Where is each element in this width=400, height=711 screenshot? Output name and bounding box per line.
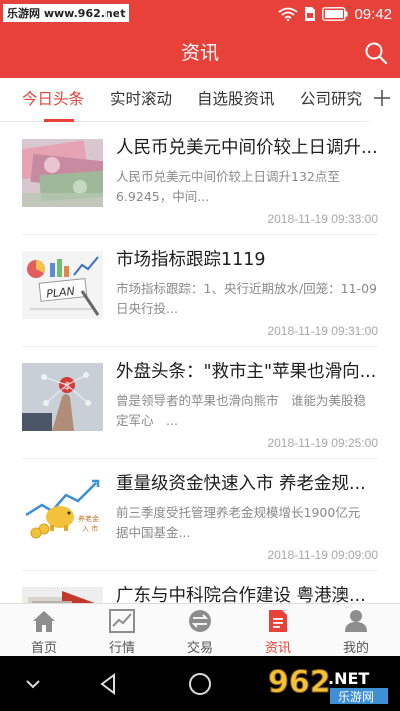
news-tabs: 今日头条 实时滚动 自选股资讯 公司研究 [0,78,400,122]
nav-market[interactable]: 行情 [82,604,162,657]
news-summary: 人民币兑美元中间价较上日调升132点至6.9245，中间... [116,169,340,204]
watermark-logo-main: 962 [268,665,331,700]
battery-icon [322,7,348,21]
news-title: 外盘头条："救市主"苹果也滑向... [116,362,377,382]
news-time: 2018-11-19 09:31:00 [267,324,378,338]
news-thumbnail: $ [22,363,103,431]
watermark-logo-suffix: .NET [328,669,369,688]
news-icon [269,610,287,632]
status-bar: 乐游网 www.962.net 09:42 [0,0,400,28]
nav-label: 首页 [30,641,57,656]
exchange-icon [189,610,211,632]
news-title: 重量级资金快速入市 养老金规... [116,474,366,494]
nav-label: 行情 [108,641,135,656]
news-item[interactable]: 人民币兑美元中间价较上日调升... 人民币兑美元中间价较上日调升132点至6.9… [0,123,400,235]
active-tab-indicator [44,119,74,122]
news-thumbnail [22,587,103,603]
thumb-pension-text: 养老金 [78,514,99,523]
nav-label: 交易 [186,641,213,656]
tab-watchlist-news[interactable]: 自选股资讯 [197,78,275,122]
news-time: 2018-11-19 09:09:00 [267,548,378,562]
news-item[interactable]: 广东与中科院合作建设 粤港澳... [0,571,400,603]
chart-icon [109,609,135,633]
thumb-pension-sub-text: 入 市 [82,524,98,533]
nav-profile[interactable]: 我的 [316,604,396,657]
news-title: 市场指标跟踪1119 [116,250,266,270]
app-header: 资讯 [0,28,400,78]
news-list: 人民币兑美元中间价较上日调升... 人民币兑美元中间价较上日调升132点至6.9… [0,123,400,603]
user-icon [345,610,367,632]
search-icon[interactable] [364,41,388,65]
nav-label: 我的 [342,641,369,656]
nav-news[interactable]: 资讯 [238,604,318,657]
news-time: 2018-11-19 09:33:00 [267,212,378,226]
news-item[interactable]: PLAN 市场指标跟踪1119 市场指标跟踪：1、央行近期放水/回笼：11-09… [0,235,400,347]
watermark-logo: 962 .NET 乐游网 [268,665,388,704]
back-icon[interactable] [96,671,122,697]
image-icon [106,7,120,19]
news-thumbnail [22,139,103,207]
news-item[interactable]: 养老金 入 市 重量级资金快速入市 养老金规... 前三季度受托管理养老金规模增… [0,459,400,571]
news-summary: 曾是领导者的苹果也滑向熊市 谁能为美股稳定军心 ... [116,393,367,428]
chevron-down-icon[interactable] [20,671,46,697]
news-summary: 市场指标跟踪：1、央行近期放水/回笼：11-09日央行投... [116,281,377,316]
news-thumbnail: PLAN [22,251,103,319]
sim-icon [305,7,316,21]
clock: 09:42 [354,5,392,23]
tab-company-research[interactable]: 公司研究 [300,78,362,122]
tab-headlines[interactable]: 今日头条 [22,78,84,122]
news-time: 2018-11-19 09:25:00 [267,436,378,450]
bottom-nav: 首页 行情 交易 资讯 我的 [0,603,400,656]
news-title: 人民币兑美元中间价较上日调升... [116,138,378,158]
page-title: 资讯 [180,42,219,64]
news-item[interactable]: $ 外盘头条："救市主"苹果也滑向... 曾是领导者的苹果也滑向熊市 谁能为美股… [0,347,400,459]
news-summary: 前三季度受托管理养老金规模增长1900亿元 据中国基金... [116,505,378,540]
watermark-logo-sub: 乐游网 [338,690,374,704]
nav-trade[interactable]: 交易 [160,604,240,657]
news-thumbnail: 养老金 入 市 [22,475,103,543]
nav-label: 资讯 [264,641,291,656]
tab-realtime[interactable]: 实时滚动 [110,78,172,122]
news-title: 广东与中科院合作建设 粤港澳... [116,586,366,603]
more-tabs-button[interactable] [360,78,400,122]
wifi-icon [278,7,299,21]
nav-home[interactable]: 首页 [4,604,84,657]
plus-icon [374,90,390,106]
home-icon [33,611,55,632]
home-button-icon[interactable] [187,671,213,697]
